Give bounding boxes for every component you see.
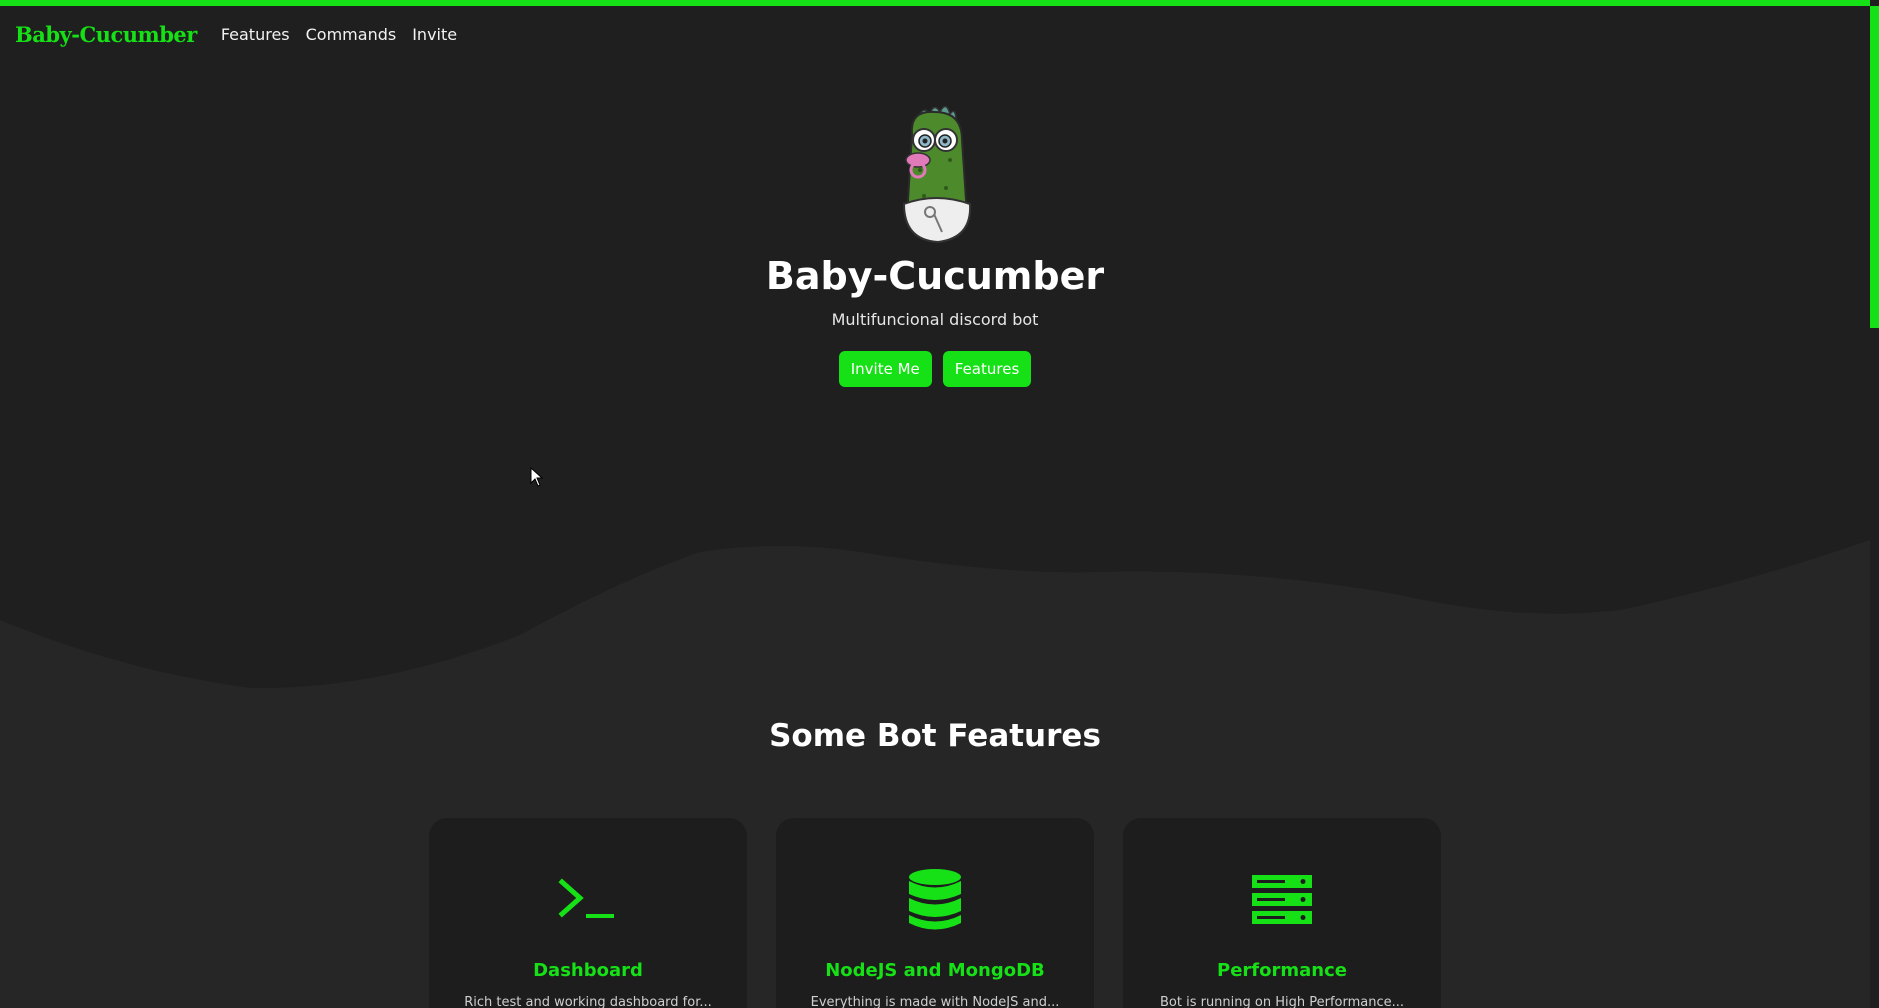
- nav-link-features[interactable]: Features: [221, 25, 290, 44]
- nav-link-commands[interactable]: Commands: [306, 25, 397, 44]
- brand-logo-link[interactable]: Baby-Cucumber: [15, 22, 197, 47]
- cucumber-mascot-image: [902, 105, 972, 244]
- feature-card-title: Performance: [1217, 960, 1347, 981]
- page: Baby-Cucumber Features Commands Invite B…: [0, 0, 1879, 1008]
- database-icon: [903, 868, 967, 932]
- nav-link-invite[interactable]: Invite: [412, 25, 457, 44]
- hero-title: Baby-Cucumber: [765, 254, 1105, 298]
- scrollbar[interactable]: [1870, 0, 1879, 1008]
- feature-card-title: Dashboard: [533, 960, 643, 981]
- hero-subtitle: Multifuncional discord bot: [831, 310, 1039, 329]
- mouse-cursor-icon: [530, 467, 544, 487]
- server-icon: [1250, 868, 1314, 932]
- scrollbar-thumb[interactable]: [1870, 6, 1879, 328]
- hero-section: Baby-Cucumber Multifuncional discord bot…: [0, 100, 1870, 387]
- hero-buttons: Invite Me Features: [838, 351, 1032, 387]
- terminal-icon: [556, 868, 620, 932]
- wave-divider: [0, 540, 1870, 700]
- feature-card-title: NodeJS and MongoDB: [825, 960, 1045, 981]
- feature-card-nodejs-mongodb: NodeJS and MongoDB Everything is made wi…: [776, 818, 1094, 1008]
- feature-card-performance: Performance Bot is running on High Perfo…: [1123, 818, 1441, 1008]
- features-button[interactable]: Features: [942, 351, 1032, 387]
- invite-me-button[interactable]: Invite Me: [838, 351, 932, 387]
- features-section-title: Some Bot Features: [769, 717, 1101, 754]
- feature-card-text: Rich test and working dashboard for...: [464, 995, 712, 1008]
- feature-card-dashboard: Dashboard Rich test and working dashboar…: [429, 818, 747, 1008]
- feature-card-text: Bot is running on High Performance...: [1159, 995, 1405, 1008]
- feature-card-text: Everything is made with NodeJS and...: [810, 995, 1060, 1008]
- navbar: Baby-Cucumber Features Commands Invite: [0, 6, 1870, 62]
- nav-links: Features Commands Invite: [221, 25, 457, 44]
- feature-cards: Dashboard Rich test and working dashboar…: [429, 818, 1441, 1008]
